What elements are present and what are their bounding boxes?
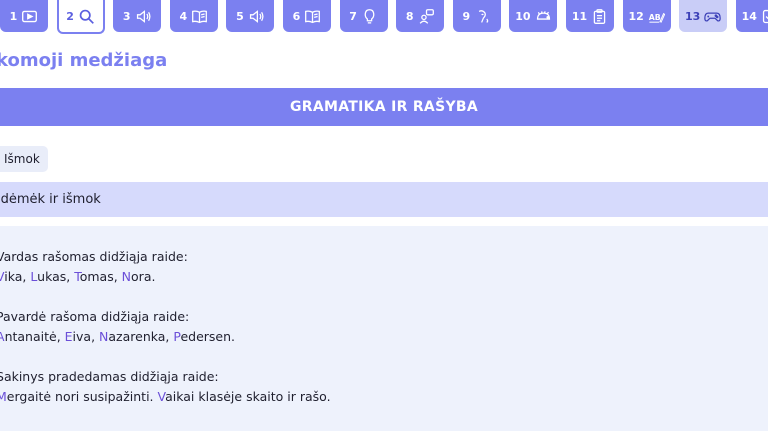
- tab-number: 8: [405, 9, 414, 23]
- example-text: ergaitė nori susipažinti.: [6, 389, 158, 404]
- rule-heading: Sakinys pradedamas didžiąja raide:: [0, 367, 768, 387]
- rule-heading: Vardas rašomas didžiąja raide:: [0, 247, 768, 267]
- tab-5[interactable]: 5: [226, 0, 275, 32]
- hedgehog-icon: [535, 8, 552, 25]
- tab-13[interactable]: 13: [679, 0, 728, 32]
- example-text: iva,: [72, 329, 100, 344]
- gamepad-icon: [704, 8, 722, 25]
- rule-block: Sakinys pradedamas didžiąja raide:Mergai…: [0, 367, 768, 407]
- tab-number: 3: [122, 9, 131, 23]
- example-text: ukas,: [37, 269, 75, 284]
- tab-number: 7: [349, 9, 357, 23]
- example-text: aikai klasėje skaito ir rašo.: [165, 389, 331, 404]
- tab-number: 13: [685, 9, 701, 23]
- capital-letter: M: [0, 389, 7, 404]
- tab-number: 4: [179, 9, 188, 23]
- activity-tab-bar: 1 2 3 4 5 6 7 8 9 10 11 12 AB 13 14: [0, 0, 768, 34]
- tab-6[interactable]: 6: [283, 0, 331, 32]
- tab-number: 12: [628, 9, 644, 23]
- capital-letter: E: [64, 329, 73, 344]
- ab-pencil-icon: AB: [648, 8, 665, 25]
- tab-number: 11: [571, 9, 588, 23]
- tab-number: 9: [462, 9, 471, 23]
- rule-block: Vardas rašomas didžiąja raide:Vika, Luka…: [0, 247, 768, 287]
- example-text: ntanaitė,: [4, 329, 65, 344]
- tab-2[interactable]: 2: [56, 0, 105, 34]
- topic-banner-title: GRAMATIKA IR RAŠYBA: [289, 99, 478, 115]
- tab-8[interactable]: 8: [396, 0, 445, 32]
- rule-heading-text: ardas rašomas didžiąja raide:: [3, 249, 188, 264]
- capital-letter: N: [121, 269, 132, 284]
- rules-panel: Vardas rašomas didžiąja raide:Vika, Luka…: [0, 226, 768, 431]
- tab-3[interactable]: 3: [113, 0, 162, 32]
- svg-text:AB: AB: [648, 13, 660, 22]
- tab-9[interactable]: 9: [452, 0, 501, 32]
- tab-number: 6: [292, 9, 301, 23]
- example-text: azarenka,: [108, 329, 174, 344]
- ear-icon: [474, 8, 491, 25]
- info-header-title: idėmėk ir išmok: [0, 192, 101, 207]
- tab-7[interactable]: 7: [339, 0, 388, 32]
- capital-letter: V: [157, 389, 166, 404]
- lightbulb-icon: [361, 8, 378, 25]
- tab-14[interactable]: 14: [735, 0, 768, 32]
- tab-12[interactable]: 12 AB: [622, 0, 671, 32]
- open-book-icon: [191, 8, 208, 25]
- megaphone-icon: [248, 8, 265, 25]
- rule-example: Mergaitė nori susipažinti. Vaikai klasėj…: [0, 387, 768, 407]
- checklist-icon: [761, 8, 768, 25]
- example-text: omas,: [79, 269, 122, 284]
- tab-1[interactable]: 1: [0, 0, 48, 32]
- rule-example: Antanaitė, Eiva, Nazarenka, Pedersen.: [0, 327, 768, 347]
- tab-number: 14: [741, 9, 757, 23]
- tab-number: 5: [236, 9, 244, 23]
- info-header: idėmėk ir išmok: [0, 182, 768, 217]
- rule-block: Pavardė rašoma didžiąja raide:Antanaitė,…: [0, 307, 768, 347]
- clipboard-icon: [591, 8, 608, 25]
- tab-number: 10: [515, 9, 531, 23]
- learn-chip-label: Išmok: [4, 152, 40, 166]
- tab-10[interactable]: 10: [509, 0, 558, 32]
- magnifier-icon: [78, 8, 95, 25]
- tab-number: 2: [66, 9, 74, 23]
- rule-heading: Pavardė rašoma didžiąja raide:: [0, 307, 768, 327]
- person-speech-icon: [418, 8, 435, 25]
- tab-4[interactable]: 4: [169, 0, 218, 32]
- topic-banner: GRAMATIKA IR RAŠYBA: [0, 88, 768, 126]
- learn-chip-button[interactable]: Išmok: [0, 146, 48, 172]
- open-book-icon: [304, 8, 321, 25]
- rule-heading-text: avardė rašoma didžiąja raide:: [2, 309, 190, 324]
- capital-letter: N: [99, 329, 109, 344]
- example-text: edersen.: [180, 329, 236, 344]
- section-title: komoji medžiaga: [0, 50, 168, 71]
- example-text: ora.: [131, 269, 156, 284]
- rule-heading-text: akinys pradedamas didžiąja raide:: [3, 369, 219, 384]
- megaphone-icon: [135, 8, 152, 25]
- video-play-icon: [21, 8, 38, 25]
- tab-number: 1: [9, 9, 18, 23]
- tab-11[interactable]: 11: [566, 0, 614, 32]
- rule-example: Vika, Lukas, Tomas, Nora.: [0, 267, 768, 287]
- example-text: ika,: [4, 269, 31, 284]
